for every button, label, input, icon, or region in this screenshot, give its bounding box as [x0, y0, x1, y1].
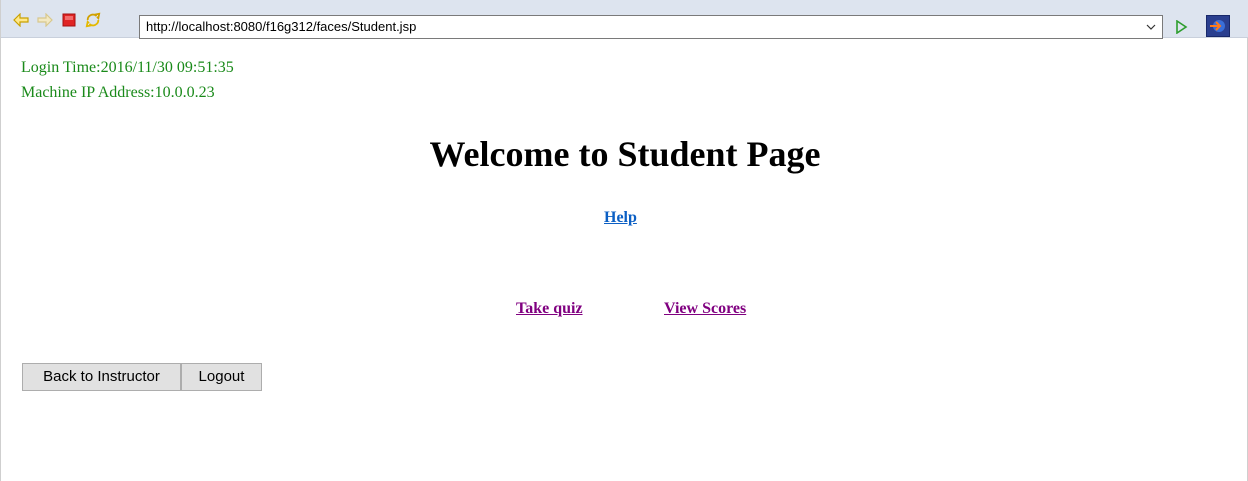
login-time-text: Login Time:2016/11/30 09:51:35	[21, 59, 234, 76]
page-title: Welcome to Student Page	[429, 134, 821, 174]
logout-button[interactable]: Logout	[181, 363, 262, 391]
address-bar[interactable]: http://localhost:8080/f16g312/faces/Stud…	[139, 15, 1163, 39]
back-arrow-icon[interactable]	[13, 12, 29, 28]
view-scores-link[interactable]: View Scores	[664, 300, 746, 318]
back-to-instructor-button[interactable]: Back to Instructor	[22, 363, 181, 391]
machine-ip-text: Machine IP Address:10.0.0.23	[21, 84, 215, 101]
stop-icon[interactable]	[61, 12, 77, 28]
browser-toolbar: http://localhost:8080/f16g312/faces/Stud…	[1, 0, 1248, 39]
address-url: http://localhost:8080/f16g312/faces/Stud…	[146, 19, 417, 34]
chevron-down-icon[interactable]	[1144, 16, 1158, 38]
help-link[interactable]: Help	[604, 209, 637, 227]
take-quiz-link[interactable]: Take quiz	[516, 300, 583, 318]
refresh-icon[interactable]	[85, 12, 101, 28]
go-play-icon[interactable]	[1173, 19, 1189, 35]
browser-window: http://localhost:8080/f16g312/faces/Stud…	[0, 0, 1248, 481]
open-external-browser-icon[interactable]	[1206, 15, 1230, 37]
forward-arrow-icon[interactable]	[37, 12, 53, 28]
